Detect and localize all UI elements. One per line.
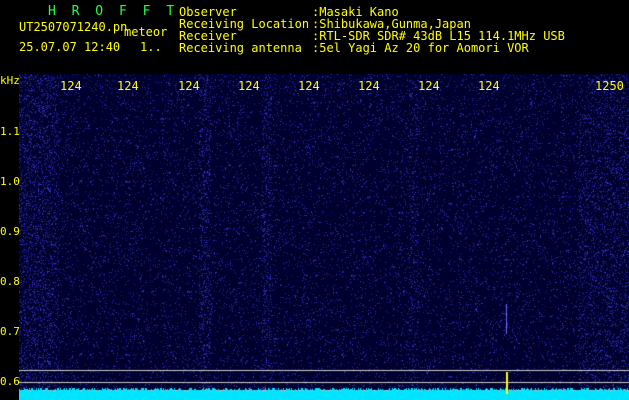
header-panel: H R O F F T UT2507071240.pn meteor 25.07… — [0, 0, 629, 75]
freq-tick-2: 124 — [117, 79, 139, 93]
antenna-value: :5el Yagi Az 20 for Aomori VOR — [312, 41, 529, 55]
time-tick-5: 0.7 — [0, 325, 20, 338]
time-tick-1: 1.1 — [0, 125, 20, 138]
freq-tick-7: 124 — [418, 79, 440, 93]
time-tick-3: 0.9 — [0, 225, 20, 238]
freq-tick-8: 124 — [478, 79, 500, 93]
time-tick-6: 0.6 — [0, 375, 20, 388]
freq-tick-6: 124 — [358, 79, 380, 93]
file-index: 1.. — [140, 40, 162, 54]
file-datetime: 25.07.07 12:40 — [19, 40, 121, 54]
file-tag: meteor — [124, 25, 168, 39]
time-tick-2: 1.0 — [0, 175, 20, 188]
axis-unit-label: kHz — [0, 74, 20, 87]
freq-tick-9: 1250 — [595, 79, 624, 93]
file-name: UT2507071240.pn — [19, 20, 128, 34]
freq-tick-4: 124 — [238, 79, 260, 93]
antenna-label: Receiving antenna — [179, 41, 302, 55]
app-brand: H R O F F T — [48, 4, 179, 19]
freq-tick-3: 124 — [178, 79, 200, 93]
waterfall-spectrogram — [19, 74, 629, 400]
freq-tick-5: 124 — [298, 79, 320, 93]
freq-tick-1: 124 — [60, 79, 82, 93]
time-tick-4: 0.8 — [0, 275, 20, 288]
waterfall-canvas — [19, 74, 629, 400]
